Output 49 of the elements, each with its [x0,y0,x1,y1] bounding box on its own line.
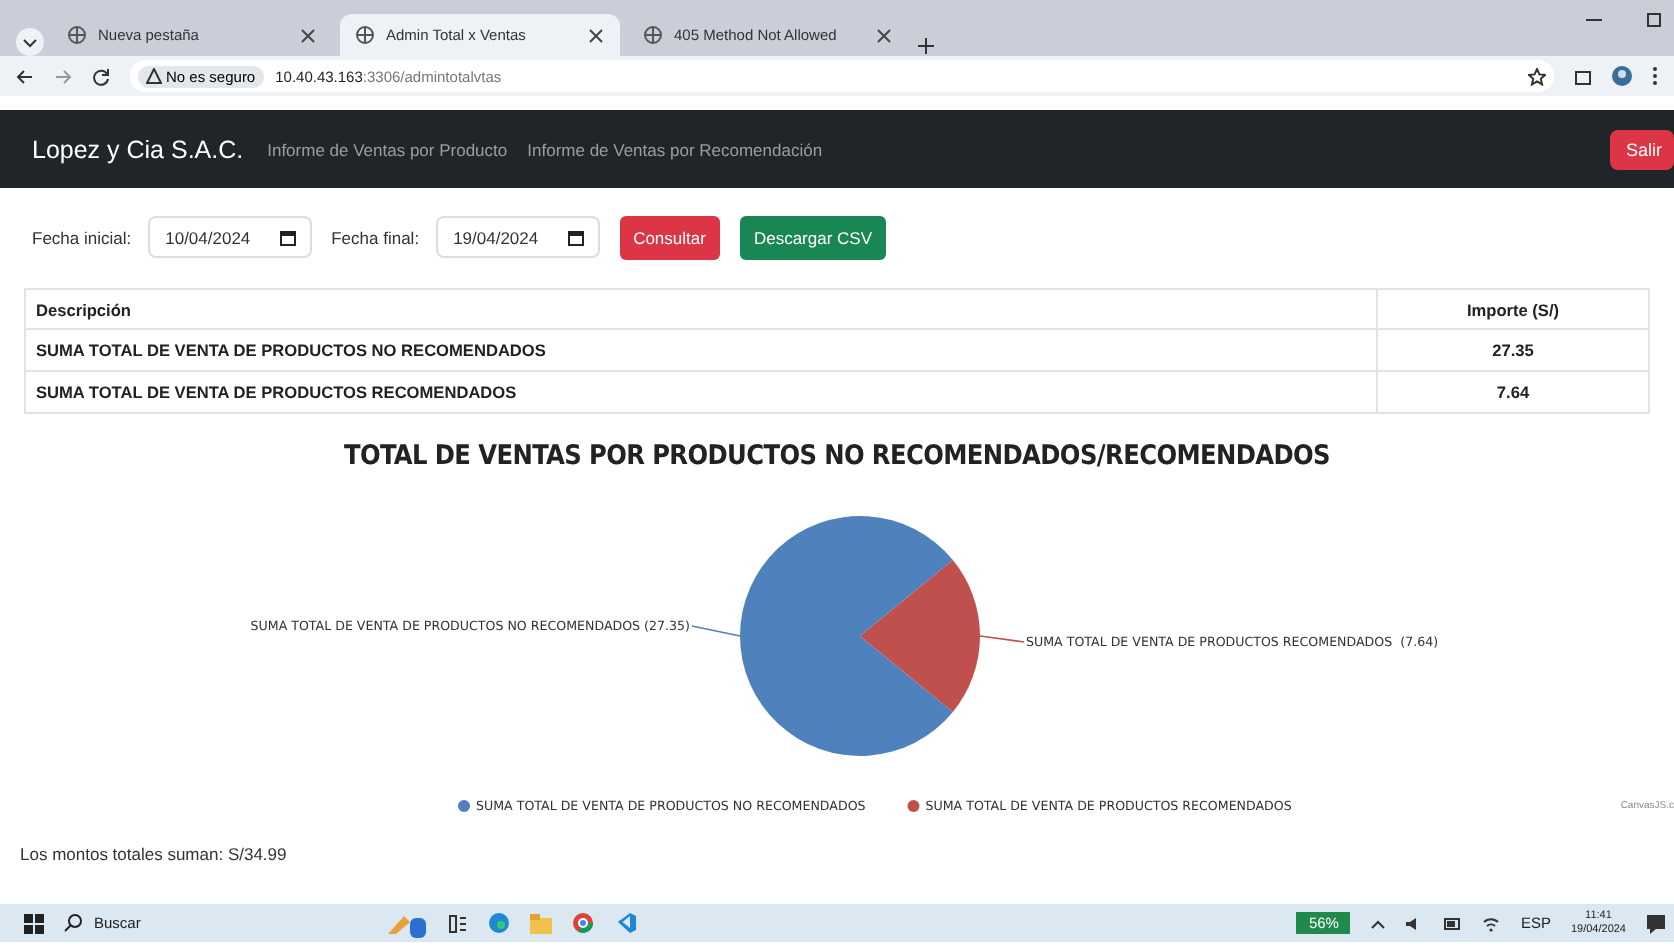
table-cell: SUMA TOTAL DE VENTA DE PRODUCTOS NO RECOMENDADOS [25,329,1377,371]
avatar-icon[interactable] [1612,66,1632,86]
legend-dot [458,800,470,812]
notification-icon[interactable] [1646,913,1666,933]
maximize-icon[interactable] [1646,12,1662,28]
close-icon[interactable] [300,27,316,43]
browser-icon[interactable] [488,912,510,934]
globe-icon [68,26,86,44]
calendar-icon [279,229,296,245]
close-icon[interactable] [588,27,604,43]
back-icon[interactable] [16,67,34,85]
close-icon[interactable] [876,27,892,43]
globe-icon [356,26,374,44]
table-cell: 7.64 [1377,371,1649,413]
warning-icon [146,68,162,84]
brand-name[interactable]: Lopez y Cia S.A.C. [32,135,244,163]
chrome-icon[interactable] [572,912,594,934]
nav-link[interactable]: Informe de Ventas por Recomendación [527,139,823,159]
plus-icon[interactable] [916,36,936,56]
search-icon[interactable] [64,914,82,932]
query-button[interactable]: Consultar [619,215,720,259]
nav-link[interactable]: Informe de Ventas por Producto [267,139,508,159]
globe-icon [644,26,662,44]
wifi-icon[interactable] [1482,915,1501,931]
leader-line [691,625,741,637]
chevron-up-icon[interactable] [1370,917,1387,929]
table-cell: 27.35 [1377,329,1649,371]
chevron-icon[interactable] [16,28,44,56]
star-icon[interactable] [1528,67,1546,85]
table-cell: SUMA TOTAL DE VENTA DE PRODUCTOS RECOMENDADOS [25,371,1377,413]
code-editor-icon[interactable] [614,912,636,934]
reload-icon[interactable] [92,67,110,85]
logout-button[interactable]: Salir [1609,129,1674,169]
summary-text: Los montos totales suman: S/34.99 [20,844,287,864]
date-field[interactable]: 19/04/2024 [435,216,600,258]
chart-title: TOTAL DE VENTAS POR PRODUCTOS NO RECOMENDADOS/RECOMENDADOS [343,440,1331,472]
column-header: Importe (S/) [1377,289,1649,329]
calendar-icon [567,229,584,245]
date-field[interactable]: 10/04/2024 [147,216,312,258]
battery-icon[interactable] [1444,917,1463,929]
more-icon[interactable] [1652,66,1658,86]
download-button[interactable]: Descargar CSV [739,215,887,259]
field-label: Fecha final: [331,227,420,247]
leader-line [979,635,1025,643]
legend-dot [907,800,920,812]
field-label: Fecha inicial: [32,227,132,247]
windows-icon[interactable] [24,913,44,933]
task-view-icon[interactable] [448,913,468,933]
column-header: Descripción [25,289,1377,329]
